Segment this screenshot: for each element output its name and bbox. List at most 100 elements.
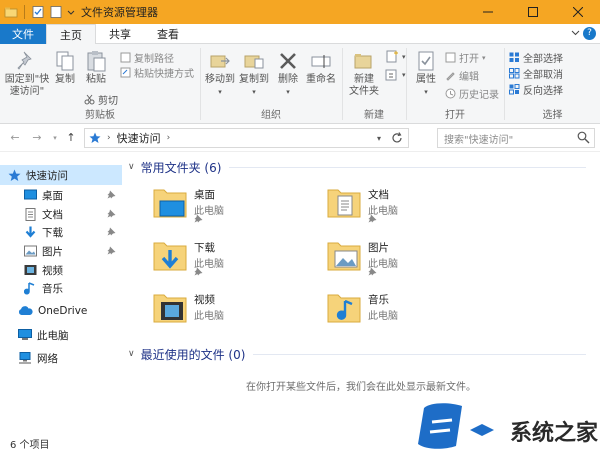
properties-icon[interactable] bbox=[31, 5, 45, 19]
desktop-icon bbox=[24, 189, 37, 200]
content-pane: ∨ 常用文件夹 (6) 桌面 此电脑 文档 此电脑 下载 此电脑 图片 此电脑 … bbox=[122, 152, 600, 432]
open-button[interactable]: 打开 ▾ bbox=[445, 50, 486, 65]
nav-item-this-pc[interactable]: 此电脑 bbox=[0, 325, 122, 345]
dropdown-arrow-icon: ▾ bbox=[402, 53, 406, 61]
address-path[interactable]: 快速访问 bbox=[117, 130, 161, 146]
frequent-folders-header[interactable]: ∨ 常用文件夹 (6) bbox=[122, 156, 592, 178]
group-clipboard: 固定到"快 速访问" 复制 粘贴 复制路径 粘贴快捷方式 剪切 剪贴板 bbox=[0, 44, 200, 124]
paste-button[interactable]: 粘贴 bbox=[82, 50, 110, 86]
nav-item-onedrive[interactable]: OneDrive bbox=[0, 301, 122, 321]
network-icon bbox=[19, 352, 31, 364]
downloads-folder-icon bbox=[153, 242, 187, 271]
group-new: 新建 文件夹 ▾ ▾ 新建 bbox=[343, 44, 406, 124]
breadcrumb-chevron-icon[interactable]: › bbox=[167, 133, 171, 143]
copy-to-label: 复制到 bbox=[239, 74, 269, 85]
new-folder-button[interactable]: 新建 文件夹 bbox=[347, 50, 381, 98]
computer-icon bbox=[18, 329, 32, 340]
toolbar-separator bbox=[24, 5, 25, 19]
pin-to-quick-access-button[interactable]: 固定到"快 速访问" bbox=[4, 50, 50, 98]
invert-selection-icon bbox=[509, 84, 520, 95]
nav-label: 网络 bbox=[37, 352, 58, 365]
properties-check-icon bbox=[418, 51, 434, 71]
search-placeholder: 搜索"快速访问" bbox=[444, 134, 514, 146]
documents-folder-icon bbox=[327, 189, 361, 218]
cut-button[interactable]: 剪切 bbox=[84, 92, 118, 107]
move-to-icon bbox=[210, 55, 230, 68]
folder-tile-music[interactable]: 音乐 此电脑 bbox=[326, 290, 496, 334]
nav-item-documents[interactable]: 文档 bbox=[0, 204, 122, 224]
nav-item-videos[interactable]: 视频 bbox=[0, 260, 122, 280]
folder-tile-downloads[interactable]: 下载 此电脑 bbox=[152, 238, 322, 282]
maximize-button[interactable] bbox=[510, 0, 555, 24]
back-button[interactable]: ← bbox=[8, 131, 22, 145]
navigation-pane: 快速访问 桌面 文档 下载 图片 视频 音乐 OneDrive 此电脑 网络 bbox=[0, 152, 122, 432]
address-dropdown-icon[interactable]: ▾ bbox=[372, 129, 386, 147]
tab-share[interactable]: 共享 bbox=[96, 24, 144, 44]
address-bar[interactable]: › 快速访问 › ▾ bbox=[84, 128, 409, 148]
nav-item-downloads[interactable]: 下载 bbox=[0, 222, 122, 242]
folder-location: 此电脑 bbox=[368, 311, 398, 322]
folder-tile-pictures[interactable]: 图片 此电脑 bbox=[326, 238, 496, 282]
nav-item-music[interactable]: 音乐 bbox=[0, 278, 122, 298]
nav-item-network[interactable]: 网络 bbox=[0, 348, 122, 368]
edit-label: 编辑 bbox=[459, 72, 479, 83]
minimize-button[interactable] bbox=[465, 0, 510, 24]
tab-home[interactable]: 主页 bbox=[46, 24, 96, 45]
easy-access-button[interactable]: ▾ bbox=[385, 68, 406, 82]
select-all-button[interactable]: 全部选择 bbox=[509, 50, 563, 65]
recent-locations-button[interactable]: ▾ bbox=[48, 131, 62, 145]
new-item-button[interactable]: ▾ bbox=[385, 50, 406, 64]
select-all-label: 全部选择 bbox=[523, 54, 563, 65]
copy-to-button[interactable]: 复制到 ▾ bbox=[237, 50, 271, 98]
select-none-button[interactable]: 全部取消 bbox=[509, 66, 563, 81]
history-label: 历史记录 bbox=[459, 90, 499, 101]
move-to-button[interactable]: 移动到 ▾ bbox=[203, 50, 237, 98]
videos-icon bbox=[24, 265, 37, 275]
nav-label: 桌面 bbox=[42, 189, 63, 202]
paste-shortcut-icon bbox=[120, 67, 131, 78]
collapse-icon[interactable]: ∨ bbox=[128, 162, 135, 172]
group-organize: 移动到 ▾ 复制到 ▾ 删除 ▾ 重命名 组织 bbox=[201, 44, 341, 124]
tab-file[interactable]: 文件 bbox=[0, 24, 46, 44]
new-folder-icon[interactable] bbox=[49, 5, 63, 19]
edit-button[interactable]: 编辑 bbox=[445, 68, 479, 83]
pictures-icon bbox=[24, 245, 37, 257]
invert-selection-button[interactable]: 反向选择 bbox=[509, 82, 563, 97]
forward-button[interactable]: → bbox=[30, 131, 44, 145]
folder-tile-videos[interactable]: 视频 此电脑 bbox=[152, 290, 322, 334]
pin-icon bbox=[17, 51, 32, 70]
folder-name: 音乐 bbox=[368, 294, 389, 306]
refresh-button[interactable] bbox=[386, 129, 408, 147]
easy-access-icon bbox=[385, 69, 397, 81]
folder-tile-desktop[interactable]: 桌面 此电脑 bbox=[152, 185, 322, 229]
history-icon bbox=[445, 88, 456, 99]
nav-item-pictures[interactable]: 图片 bbox=[0, 241, 122, 261]
expand-ribbon-icon[interactable] bbox=[571, 28, 580, 40]
recent-files-header[interactable]: ∨ 最近使用的文件 (0) bbox=[122, 343, 592, 365]
collapse-icon[interactable]: ∨ bbox=[128, 349, 135, 359]
rename-label: 重命名 bbox=[306, 74, 336, 85]
ribbon-tabs: 文件 主页 共享 查看 ? bbox=[0, 24, 600, 45]
close-button[interactable] bbox=[555, 0, 600, 24]
quick-access-toolbar bbox=[0, 0, 75, 24]
customize-toolbar-icon[interactable] bbox=[67, 5, 75, 19]
help-icon[interactable]: ? bbox=[583, 27, 596, 40]
delete-button[interactable]: 删除 ▾ bbox=[275, 50, 301, 98]
paste-shortcut-button[interactable]: 粘贴快捷方式 bbox=[120, 65, 194, 80]
copy-label: 复制 bbox=[55, 74, 75, 85]
new-folder-label: 新建 bbox=[354, 74, 374, 85]
close-icon bbox=[572, 7, 583, 17]
nav-item-quick-access[interactable]: 快速访问 bbox=[0, 165, 122, 185]
folder-tile-documents[interactable]: 文档 此电脑 bbox=[326, 185, 496, 229]
nav-label: 音乐 bbox=[42, 282, 63, 295]
nav-item-desktop[interactable]: 桌面 bbox=[0, 185, 122, 205]
rename-button[interactable]: 重命名 bbox=[303, 50, 339, 86]
search-box[interactable]: 搜索"快速访问" bbox=[437, 128, 595, 148]
clipboard-group-label: 剪贴板 bbox=[85, 110, 115, 121]
up-button[interactable]: ↑ bbox=[64, 131, 78, 145]
copy-path-button[interactable]: 复制路径 bbox=[120, 50, 174, 65]
properties-button[interactable]: 属性 ▾ bbox=[411, 50, 441, 98]
tab-view[interactable]: 查看 bbox=[144, 24, 192, 44]
history-button[interactable]: 历史记录 bbox=[445, 86, 499, 101]
copy-button[interactable]: 复制 bbox=[52, 50, 78, 86]
